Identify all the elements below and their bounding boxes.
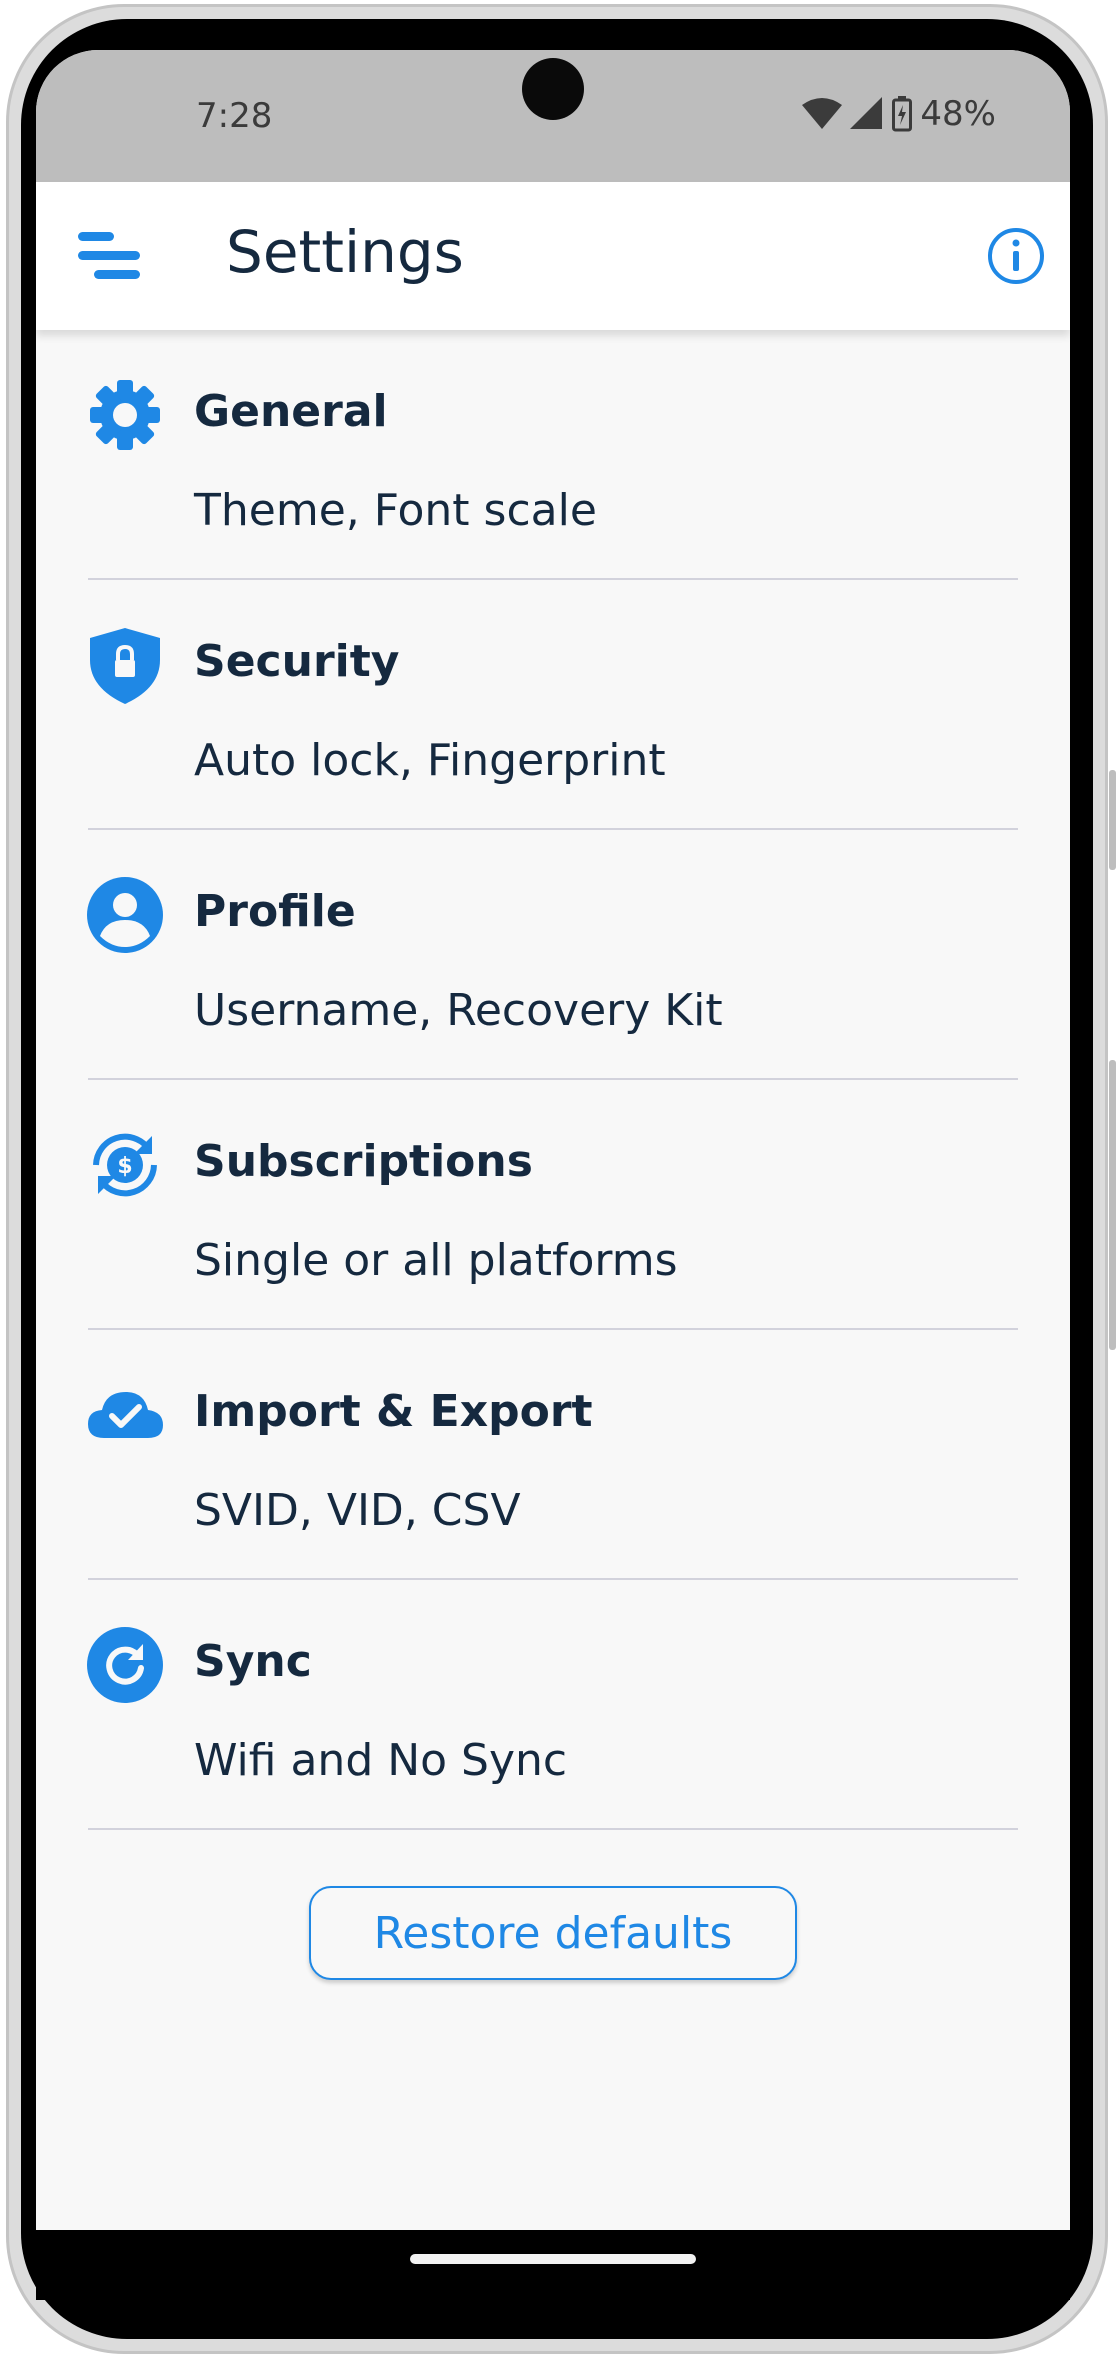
settings-item-security[interactable]: Security Auto lock, Fingerprint [36,580,1070,830]
subscription-refresh-icon: $ [93,1133,157,1197]
setting-title: Security [194,636,400,687]
setting-title: Profile [194,886,356,937]
status-icons: 48% [802,94,996,134]
setting-title: Sync [194,1636,312,1687]
home-indicator[interactable] [410,2254,696,2264]
battery-icon [892,96,913,132]
battery-percent: 48% [920,94,996,134]
setting-subtitle: Single or all platforms [194,1235,678,1286]
front-camera [522,58,584,120]
restore-section: Restore defaults [36,1830,1070,1990]
navigation-bar [36,2230,1070,2300]
settings-item-subscriptions[interactable]: $ Subscriptions Single or all platforms [36,1080,1070,1330]
setting-title: Subscriptions [194,1136,533,1187]
sync-icon [87,1627,163,1703]
settings-item-import-export[interactable]: Import & Export SVID, VID, CSV [36,1330,1070,1580]
setting-title: General [194,386,388,437]
svg-text:$: $ [117,1154,132,1179]
screen: 7:28 48% Settings General Theme, Font sc… [36,50,1070,2230]
power-button [1109,770,1116,870]
info-icon[interactable] [986,226,1046,286]
account-circle-icon [87,877,163,953]
restore-defaults-button[interactable]: Restore defaults [309,1886,797,1980]
cloud-check-icon [88,1392,163,1438]
page-title: Settings [226,218,464,286]
setting-subtitle: Auto lock, Fingerprint [194,735,666,786]
volume-button [1109,1060,1116,1350]
status-bar: 7:28 48% [36,50,1070,182]
status-time: 7:28 [196,96,273,136]
setting-title: Import & Export [194,1386,593,1437]
setting-subtitle: SVID, VID, CSV [194,1485,521,1536]
menu-icon[interactable] [78,230,148,282]
settings-item-sync[interactable]: Sync Wifi and No Sync [36,1580,1070,1830]
shield-lock-icon [90,628,160,704]
settings-item-general[interactable]: General Theme, Font scale [36,330,1070,580]
app-bar: Settings [36,182,1070,330]
setting-subtitle: Theme, Font scale [194,485,597,536]
settings-item-profile[interactable]: Profile Username, Recovery Kit [36,830,1070,1080]
settings-list: General Theme, Font scale Security Auto … [36,330,1070,1990]
wifi-icon [802,98,843,129]
setting-subtitle: Wifi and No Sync [194,1735,568,1786]
gear-icon [90,380,160,450]
signal-icon [850,97,883,129]
setting-subtitle: Username, Recovery Kit [194,985,723,1036]
